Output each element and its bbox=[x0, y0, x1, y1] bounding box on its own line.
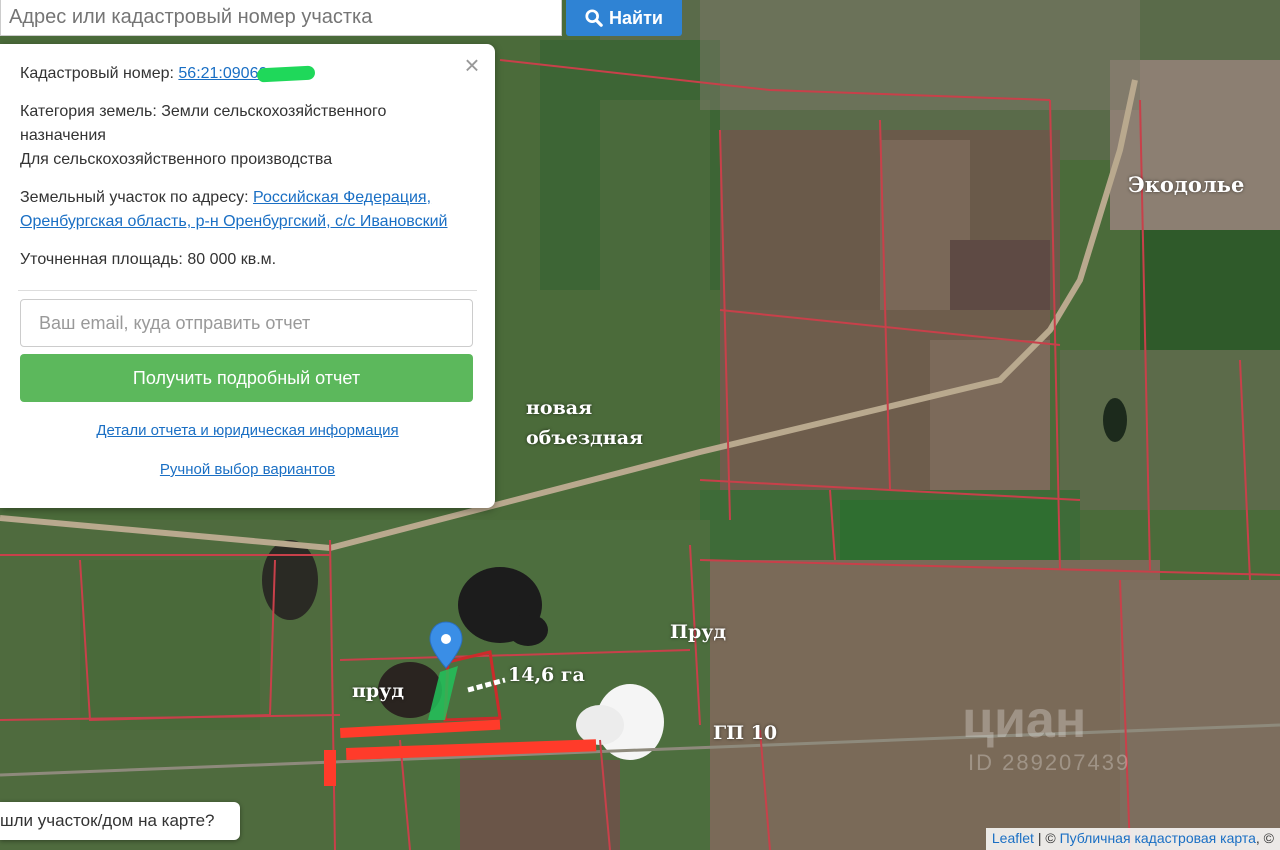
map-label-area: 14,6 га bbox=[508, 664, 585, 686]
attribution-sep: | © bbox=[1033, 830, 1060, 846]
found-on-map-prompt[interactable]: шли участок/дом на карте? bbox=[0, 802, 240, 840]
watermark-id: ID 289207439 bbox=[968, 750, 1131, 775]
report-details-link[interactable]: Детали отчета и юридическая информация bbox=[20, 422, 475, 439]
watermark-brand: циан bbox=[962, 691, 1087, 749]
area-value: 80 000 кв.м. bbox=[187, 251, 277, 268]
pkk-link[interactable]: Публичная кадастровая карта bbox=[1060, 830, 1256, 846]
category-row: Категория земель: Земли сельскохозяйстве… bbox=[20, 100, 475, 172]
leaflet-link[interactable]: Leaflet bbox=[992, 830, 1034, 846]
divider bbox=[18, 290, 477, 291]
area-row: Уточненная площадь: 80 000 кв.м. bbox=[20, 248, 475, 272]
attribution-tail: , © bbox=[1255, 830, 1274, 846]
map-label-pond-upper: Пруд bbox=[670, 621, 727, 643]
search-icon bbox=[585, 9, 603, 27]
address-row: Земельный участок по адресу: Российская … bbox=[20, 186, 475, 234]
map-label-ekodolye: Экодолье bbox=[1128, 172, 1245, 197]
cadastral-row: Кадастровый номер: 56:21:09060 bbox=[20, 62, 475, 86]
close-icon[interactable]: × bbox=[461, 52, 483, 78]
redaction-mark bbox=[257, 65, 316, 83]
cian-watermark: циан ID 289207439 bbox=[962, 690, 1130, 776]
map-attribution: Leaflet | © Публичная кадастровая карта,… bbox=[985, 828, 1280, 850]
map-label-bypass-line-2: объездная bbox=[526, 427, 644, 449]
parcel-info-popup: × Кадастровый номер: 56:21:09060 Категор… bbox=[0, 44, 495, 508]
search-button-label: Найти bbox=[609, 7, 663, 28]
map-label-pond-lower: пруд bbox=[352, 680, 405, 702]
get-report-button[interactable]: Получить подробный отчет bbox=[20, 354, 473, 402]
search-input[interactable] bbox=[1, 0, 561, 35]
search-box bbox=[0, 0, 562, 36]
email-field[interactable]: Ваш email, куда отправить отчет bbox=[20, 299, 473, 347]
map-label-gp10: ГП 10 bbox=[713, 722, 778, 744]
manual-selection-link[interactable]: Ручной выбор вариантов bbox=[20, 461, 475, 478]
cadastral-label: Кадастровый номер: bbox=[20, 65, 174, 82]
category-use: Для сельскохозяйственного производства bbox=[20, 151, 333, 168]
address-label: Земельный участок по адресу: bbox=[20, 189, 249, 206]
search-button[interactable]: Найти bbox=[566, 0, 682, 36]
map-label-bypass-line-1: новая bbox=[526, 397, 593, 419]
category-label: Категория земель: bbox=[20, 103, 157, 120]
found-on-map-text: шли участок/дом на карте? bbox=[0, 811, 215, 830]
cadastral-number-link[interactable]: 56:21:09060 bbox=[178, 65, 267, 82]
area-label: Уточненная площадь: bbox=[20, 251, 183, 268]
